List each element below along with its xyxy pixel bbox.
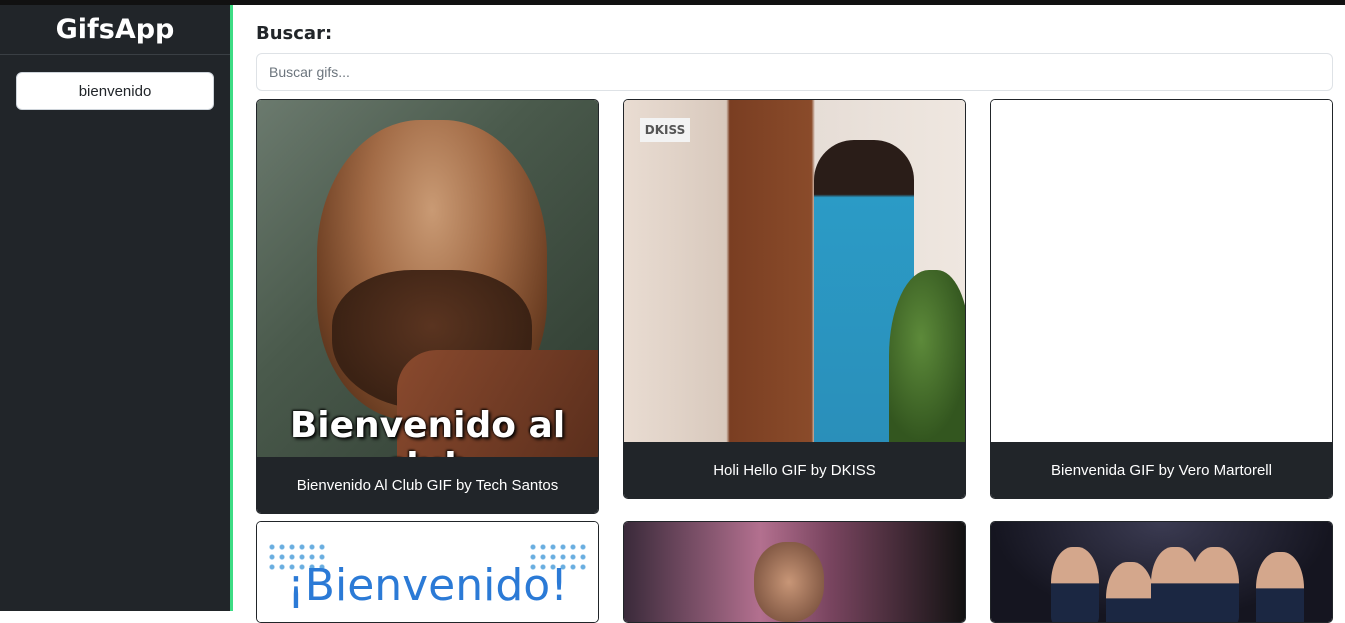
gif-card[interactable]	[990, 521, 1333, 623]
gif-figure	[754, 542, 824, 622]
gif-overlay-text: Bienvenido al club	[289, 405, 566, 457]
main-content: Buscar: Bienvenido al club Bienvenido Al…	[256, 5, 1333, 623]
gif-card[interactable]: DKISS Holi Hello GIF by DKISS	[623, 99, 966, 499]
gif-card[interactable]: Bienvenido al club Bienvenido Al Club GI…	[256, 99, 599, 514]
dkiss-logo: DKISS	[640, 118, 690, 142]
gif-caption: Bienvenido Al Club GIF by Tech Santos	[257, 457, 598, 513]
gif-image[interactable]	[991, 100, 1332, 442]
gif-image[interactable]: ¡Bienvenido!	[257, 522, 598, 622]
gif-card[interactable]	[623, 521, 966, 623]
gif-card[interactable]: ¡Bienvenido!	[256, 521, 599, 623]
gif-image[interactable]: Bienvenido al club	[257, 100, 598, 457]
history-item-bienvenido[interactable]: bienvenido	[16, 72, 214, 110]
sidebar: GifsApp bienvenido	[0, 5, 230, 611]
gif-card[interactable]: Bienvenida GIF by Vero Martorell	[990, 99, 1333, 499]
sidebar-divider	[230, 5, 233, 611]
gif-image[interactable]	[991, 522, 1332, 622]
gif-caption: Holi Hello GIF by DKISS	[624, 442, 965, 498]
gif-figure	[1106, 562, 1154, 622]
search-input[interactable]	[256, 53, 1333, 91]
gif-figure	[889, 270, 965, 442]
app-title: GifsApp	[0, 5, 230, 55]
search-label: Buscar:	[256, 23, 333, 44]
gif-image[interactable]: DKISS	[624, 100, 965, 442]
gif-image[interactable]	[624, 522, 965, 622]
gif-caption: Bienvenida GIF by Vero Martorell	[991, 442, 1332, 498]
gif-overlay-text: ¡Bienvenido!	[287, 560, 568, 611]
gif-figure	[1256, 552, 1304, 622]
